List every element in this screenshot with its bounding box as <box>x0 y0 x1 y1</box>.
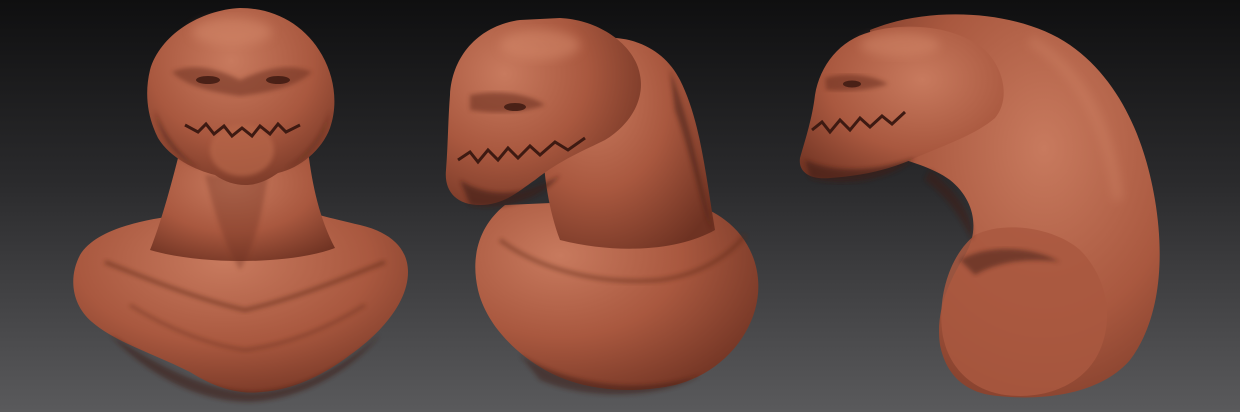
front-left-eye <box>196 76 220 84</box>
side-head-highlight <box>860 33 940 57</box>
front-head-highlight <box>192 18 272 46</box>
tq-head-highlight <box>500 30 580 60</box>
front-right-eye <box>266 76 290 84</box>
side-eye <box>843 80 861 88</box>
render-svg <box>0 0 1240 412</box>
front-snout <box>210 124 274 176</box>
sculpt-render-canvas <box>0 0 1240 412</box>
tq-eye <box>504 103 526 111</box>
